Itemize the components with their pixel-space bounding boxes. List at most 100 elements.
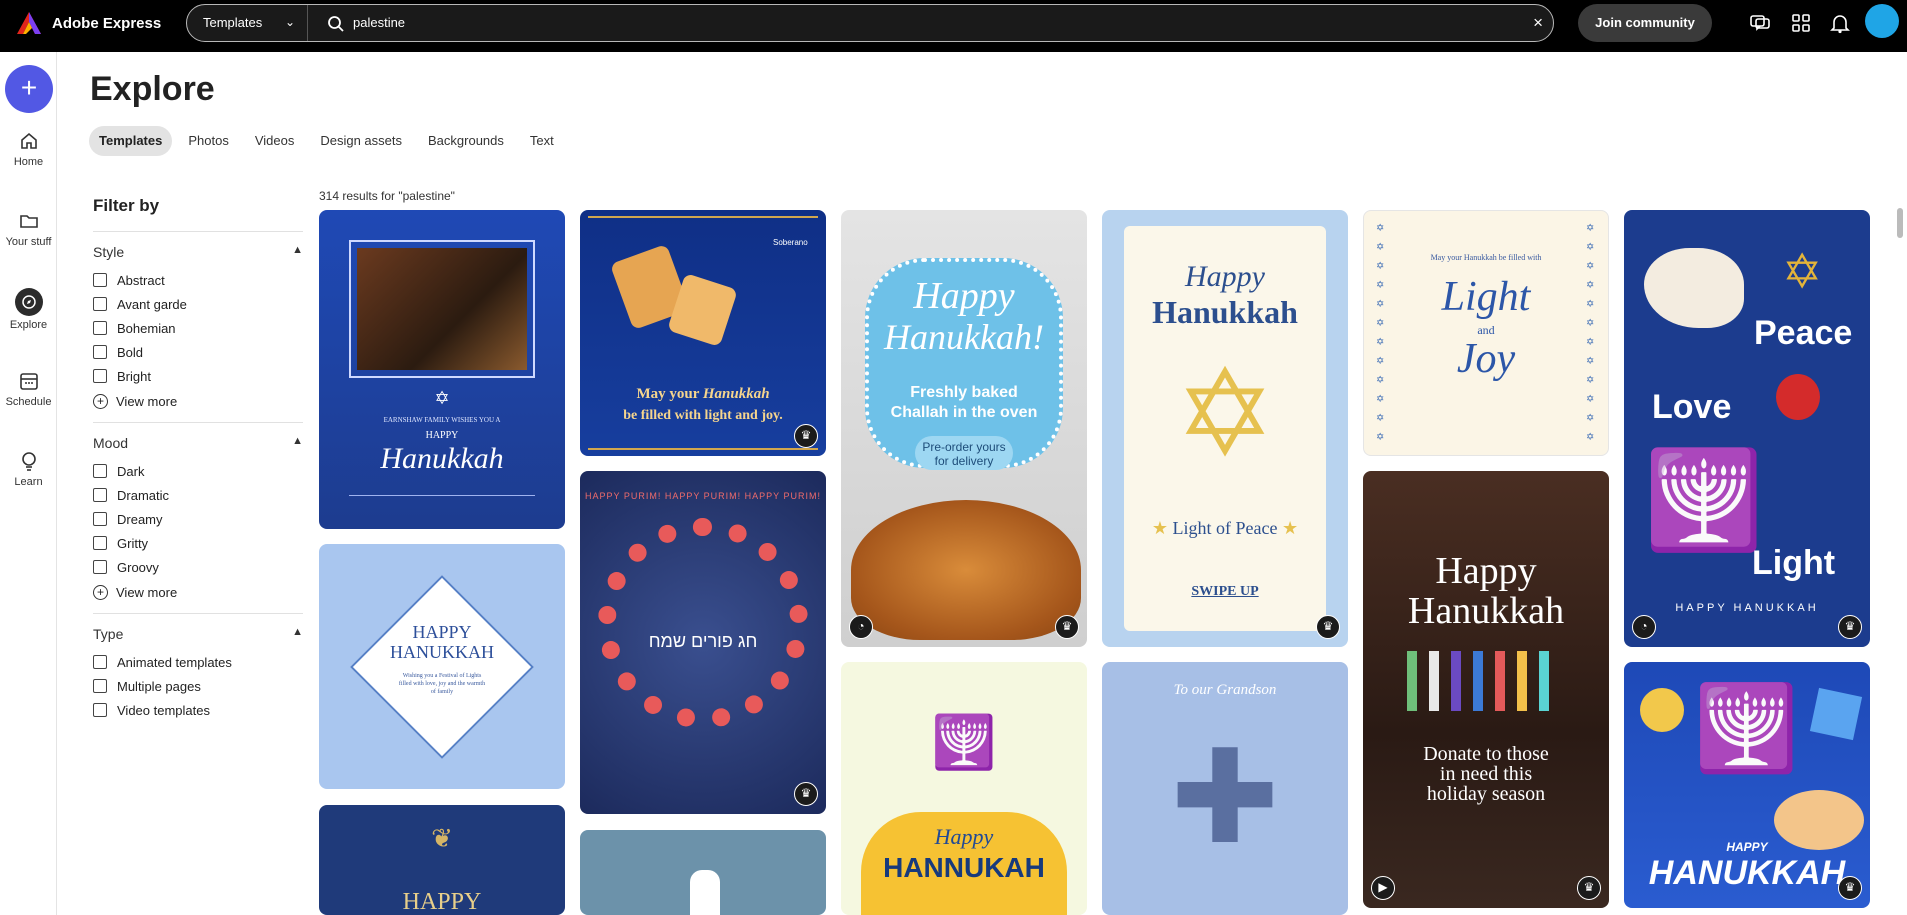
card-text: Hanukkah [1152, 294, 1298, 330]
filter-option[interactable]: Abstract [93, 268, 303, 292]
scrollbar-thumb[interactable] [1897, 208, 1903, 238]
checkbox[interactable] [93, 703, 107, 717]
card-text: Pre-order yours [922, 440, 1006, 454]
card-text: חג פורים שמח [648, 631, 758, 651]
checkbox[interactable] [93, 655, 107, 669]
rail-item-explore[interactable]: Explore [0, 288, 57, 331]
apps-grid-icon[interactable] [1790, 12, 1812, 34]
template-card-7[interactable]: Happy Hanukkah! Freshly baked Challah in… [841, 210, 1087, 647]
close-icon[interactable]: × [1533, 13, 1543, 33]
checkbox[interactable] [93, 369, 107, 383]
template-card-14[interactable]: 🕎 HAPPY HANUKKAH ♛ [1624, 662, 1870, 908]
template-card-13[interactable]: ✡ Peace Love 🕎 Light HAPPY HANUKKAH ◔ ♛ [1624, 210, 1870, 647]
filter-option[interactable]: Animated templates [93, 650, 303, 674]
divider [349, 495, 535, 496]
filter-option[interactable]: Dark [93, 459, 303, 483]
rail-label: Explore [9, 319, 48, 331]
checkbox[interactable] [93, 560, 107, 574]
search-divider [307, 5, 308, 41]
filter-option-label: Gritty [117, 535, 149, 551]
bell-icon[interactable] [1829, 12, 1851, 34]
template-card-3[interactable]: ❦ HAPPY [319, 805, 565, 915]
create-new-button[interactable]: + [5, 65, 53, 113]
filter-option[interactable]: Groovy [93, 555, 303, 579]
apple-image [1776, 374, 1820, 420]
plus-circle-icon: + [93, 393, 108, 409]
avatar[interactable] [1865, 4, 1899, 38]
filter-option[interactable]: Bold [93, 340, 303, 364]
template-card-10[interactable]: To our Grandson ✚ [1102, 662, 1348, 915]
filter-option[interactable]: Avant garde [93, 292, 303, 316]
template-card-5[interactable]: HAPPY PURIM! HAPPY PURIM! HAPPY PURIM! ח… [580, 471, 826, 814]
brand[interactable]: Adobe Express [16, 11, 161, 35]
filter-section-header[interactable]: Mood ▲ [93, 435, 303, 451]
template-card-9[interactable]: Happy Hanukkah ✡ ★ Light of Peace ★ SWIP… [1102, 210, 1348, 647]
menorah-icon: 🕎 [931, 714, 997, 772]
template-card-6[interactable] [580, 830, 826, 915]
tab-templates[interactable]: Templates [89, 126, 173, 156]
filter-option[interactable]: Dreamy [93, 507, 303, 531]
filter-option-label: Abstract [117, 272, 165, 288]
app-name: Adobe Express [52, 14, 162, 32]
search-scope-select[interactable]: Templates [203, 15, 262, 30]
filter-option[interactable]: Bohemian [93, 316, 303, 340]
card-text: HAPPY PURIM! HAPPY PURIM! HAPPY PURIM! [584, 491, 822, 501]
join-community-button[interactable]: Join community [1578, 4, 1712, 42]
card-text: Peace [1754, 314, 1853, 352]
card-text: HANNUKAH [883, 852, 1045, 883]
rail-item-home[interactable]: Home [0, 130, 57, 168]
filter-section-header[interactable]: Type ▲ [93, 626, 303, 642]
chat-icon[interactable] [1749, 12, 1771, 34]
filter-option[interactable]: Gritty [93, 531, 303, 555]
scrollbar[interactable] [1896, 192, 1904, 915]
checkbox[interactable] [93, 512, 107, 526]
card-text: HANUKKAH [1648, 854, 1846, 892]
filter-option-label: Dramatic [117, 487, 170, 503]
view-more-button[interactable]: + View more [93, 579, 303, 605]
card-text: Wishing you a Festival of Lights filled … [398, 673, 486, 695]
card-text: May your Hanukkah be filled with [1430, 253, 1542, 262]
rail-item-schedule[interactable]: Schedule [0, 370, 57, 408]
checkbox[interactable] [93, 464, 107, 478]
chevron-up-icon[interactable]: ▲ [292, 435, 303, 451]
filter-option-label: Bold [117, 344, 144, 360]
chevron-up-icon[interactable]: ▲ [292, 244, 303, 260]
checkbox[interactable] [93, 679, 107, 693]
template-card-4[interactable]: Soberano May your Hanukkah be filled wit… [580, 210, 826, 456]
filter-option[interactable]: Multiple pages [93, 674, 303, 698]
checkbox[interactable] [93, 273, 107, 287]
chevron-down-icon[interactable]: ⌄ [285, 15, 295, 29]
family-photo [357, 248, 527, 370]
rail-label: Home [13, 156, 44, 168]
rail-item-learn[interactable]: Learn [0, 450, 57, 488]
filter-title: Filter by [93, 196, 160, 215]
checkbox[interactable] [93, 536, 107, 550]
template-card-2[interactable]: HAPPY HANUKKAH Wishing you a Festival of… [319, 544, 565, 789]
tab-backgrounds[interactable]: Backgrounds [418, 126, 514, 156]
checkbox[interactable] [93, 297, 107, 311]
chevron-up-icon[interactable]: ▲ [292, 626, 303, 642]
tab-design-assets[interactable]: Design assets [310, 126, 412, 156]
ornament-icon: ❦ [431, 823, 453, 853]
template-card-1[interactable]: ✡ EARNSHAW FAMILY WISHES YOU A HAPPY Han… [319, 210, 565, 529]
tab-photos[interactable]: Photos [178, 126, 238, 156]
checkbox[interactable] [93, 345, 107, 359]
template-card-8[interactable]: 🕎 Happy HANNUKAH [841, 662, 1087, 915]
card-text: Hanukkah! [884, 317, 1044, 357]
card-text: HAPPY [412, 622, 472, 642]
filter-option[interactable]: Video templates [93, 698, 303, 722]
view-more-button[interactable]: + View more [93, 388, 303, 414]
search-input[interactable]: palestine [353, 15, 405, 30]
filter-section-header[interactable]: Style ▲ [93, 244, 303, 260]
template-card-11[interactable]: ✡ ✡ ✡ ✡ ✡ ✡ ✡ ✡ ✡ ✡ ✡ ✡ ✡ ✡ ✡ ✡ ✡ ✡ ✡ ✡ ✡ ✡ ✡ ✡ May your Hanuk… [1363, 210, 1609, 456]
home-icon [20, 132, 37, 149]
filter-option[interactable]: Dramatic [93, 483, 303, 507]
filter-option[interactable]: Bright [93, 364, 303, 388]
rail-item-your-stuff[interactable]: Your stuff [0, 210, 57, 248]
checkbox[interactable] [93, 488, 107, 502]
tab-videos[interactable]: Videos [245, 126, 305, 156]
card-text: Love [1652, 388, 1732, 426]
template-card-12[interactable]: Happy Hanukkah Donate to those in need t… [1363, 471, 1609, 908]
tab-text[interactable]: Text [520, 126, 564, 156]
checkbox[interactable] [93, 321, 107, 335]
